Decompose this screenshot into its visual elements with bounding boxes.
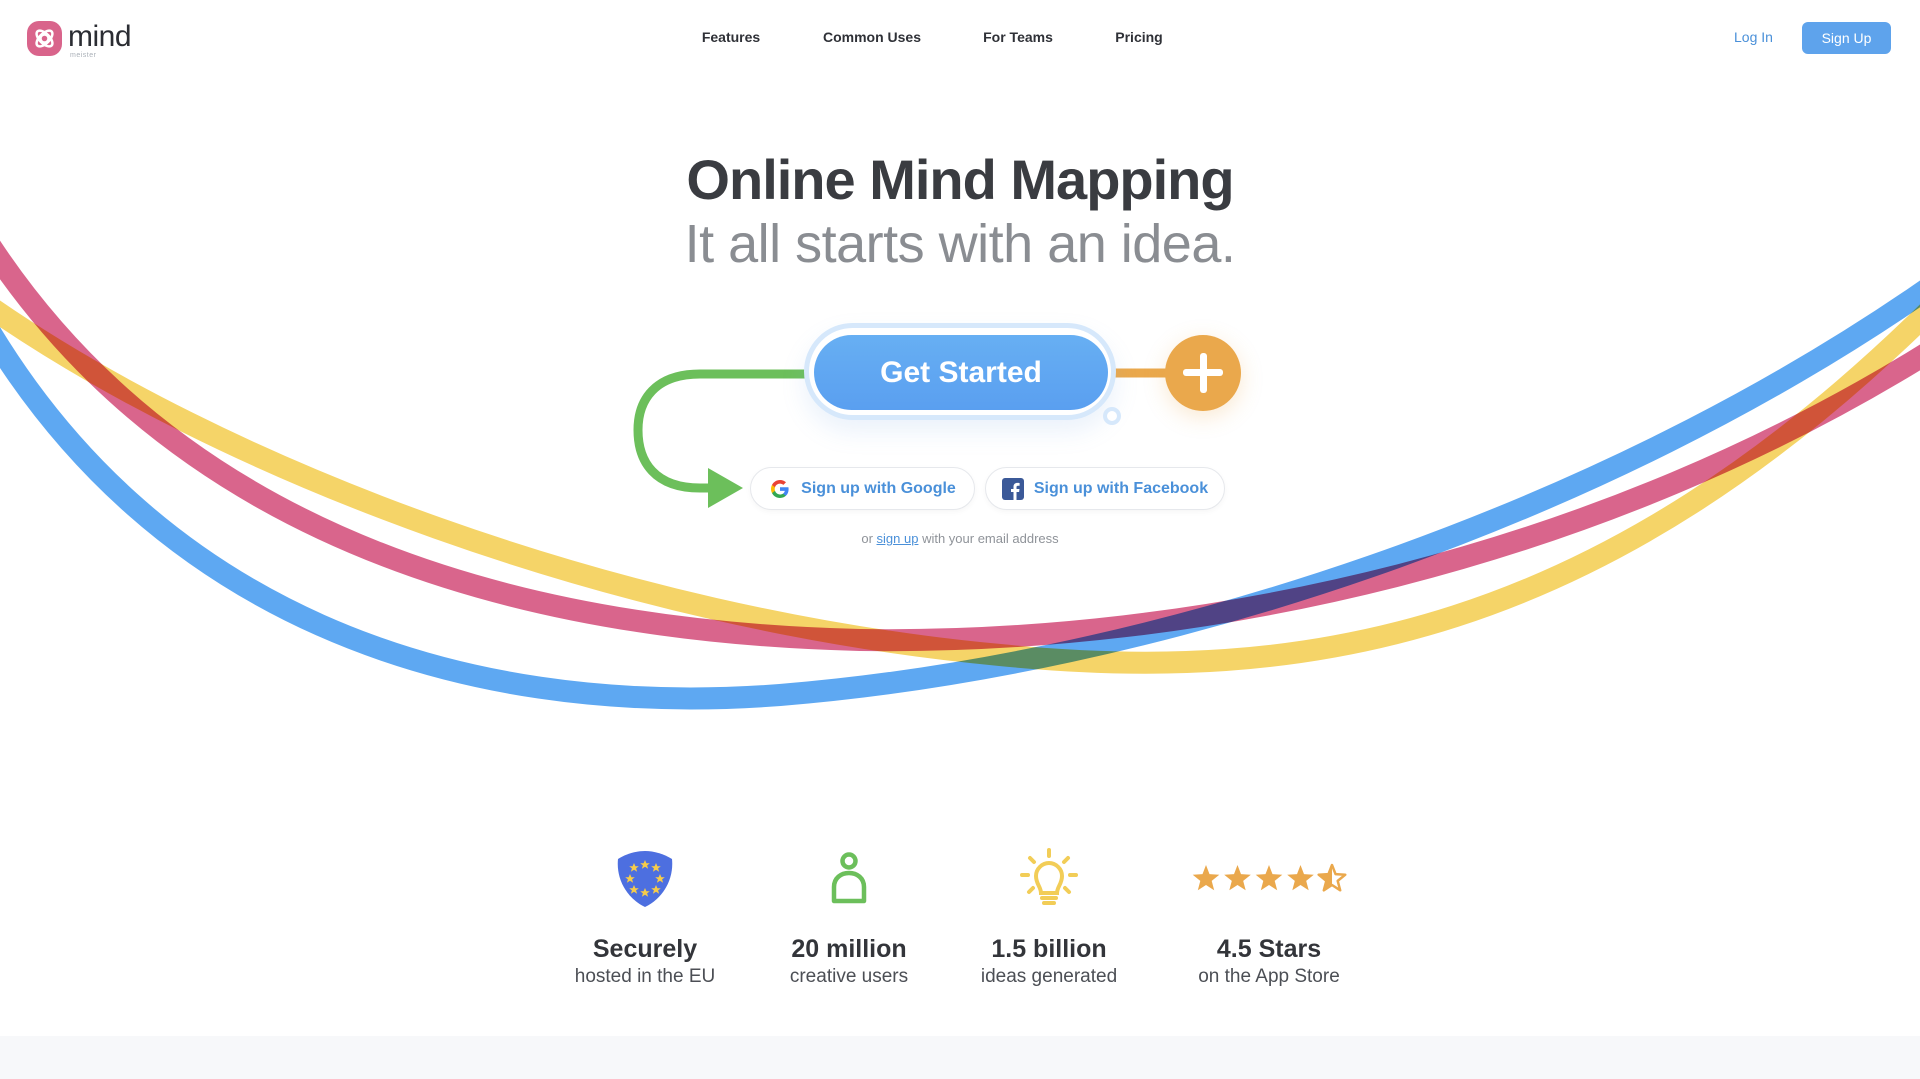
nav-for-teams[interactable]: For Teams: [983, 29, 1053, 45]
email-signup-link[interactable]: sign up: [877, 531, 919, 546]
email-suffix-text: with your email address: [918, 531, 1059, 546]
stat-subtitle: creative users: [789, 966, 909, 987]
google-signup-label: Sign up with Google: [801, 479, 956, 497]
get-started-button[interactable]: Get Started: [814, 335, 1108, 410]
lightbulb-icon: [939, 846, 1159, 912]
login-link[interactable]: Log In: [1734, 29, 1773, 45]
nav-pricing[interactable]: Pricing: [1115, 29, 1162, 45]
stat-title: 1.5 billion: [991, 935, 1107, 963]
facebook-signup-button[interactable]: Sign up with Facebook: [985, 467, 1225, 510]
curve-pink: [0, 240, 1920, 652]
facebook-icon: [1001, 477, 1024, 500]
stat-title: 20 million: [791, 935, 907, 963]
google-signup-button[interactable]: Sign up with Google: [750, 467, 975, 510]
star-rating-icon: [1159, 846, 1379, 912]
next-section-background: [0, 1036, 1920, 1079]
plus-button[interactable]: [1165, 335, 1241, 411]
hero-subtitle: It all starts with an idea.: [684, 214, 1236, 274]
email-prefix-text: or: [861, 531, 877, 546]
facebook-signup-label: Sign up with Facebook: [1033, 479, 1209, 497]
star-icon: [1287, 865, 1314, 891]
star-icon: [1255, 865, 1283, 891]
stat-title: 4.5 Stars: [1216, 935, 1322, 963]
plus-icon-vertical: [1200, 353, 1207, 393]
hero-title: Online Mind Mapping: [686, 148, 1234, 211]
star-icon: [1224, 865, 1251, 891]
stat-subtitle: hosted in the EU: [574, 966, 716, 987]
nav-features[interactable]: Features: [702, 29, 760, 45]
google-icon: [769, 478, 791, 500]
signup-button[interactable]: Sign Up: [1802, 22, 1891, 54]
stat-title: Securely: [592, 935, 698, 963]
stat-subtitle: on the App Store: [1198, 966, 1340, 987]
eu-shield-icon: [535, 846, 755, 912]
stat-rating: 4.5 Stars on the App Store: [1159, 846, 1379, 989]
main-nav: Features Common Uses For Teams Pricing: [0, 29, 1920, 49]
email-signup-line: or sign up with your email address: [0, 531, 1920, 546]
nav-common-uses[interactable]: Common Uses: [823, 29, 921, 45]
star-icon: [1192, 865, 1220, 891]
stat-secure: Securely hosted in the EU: [535, 846, 755, 989]
stat-users: 20 million creative users: [739, 846, 959, 989]
logo-subtext: meister: [70, 52, 97, 59]
half-star-icon: [1317, 863, 1347, 892]
stat-ideas: 1.5 billion ideas generated: [939, 846, 1159, 989]
user-icon: [739, 846, 959, 912]
cta-handle-icon: [1103, 407, 1121, 425]
stat-subtitle: ideas generated: [980, 966, 1118, 987]
